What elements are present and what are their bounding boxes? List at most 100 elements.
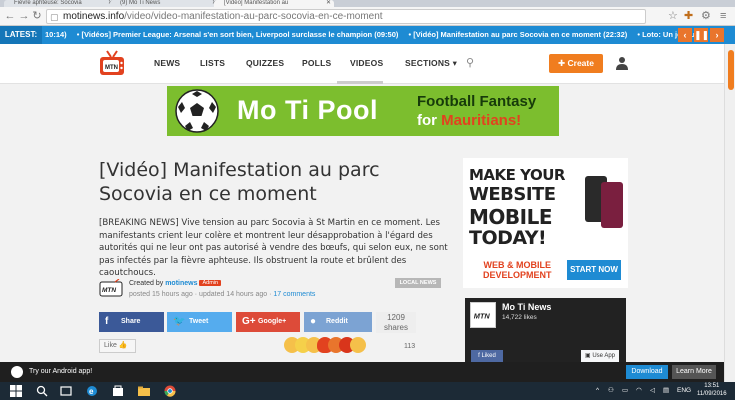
create-label: Create [567, 58, 594, 68]
page-name[interactable]: Mo Ti News [502, 302, 551, 312]
ad-dev-line: WEB & MOBILE [483, 260, 552, 270]
ticker-item[interactable]: 10:14) [45, 30, 67, 39]
site-logo-tv-icon[interactable]: MTN [98, 49, 126, 79]
reddit-label: Reddit [326, 318, 348, 325]
browser-tab[interactable]: Fièvre aphteuse: Socovia✕ [4, 0, 116, 7]
battery-icon[interactable]: ▭ [622, 382, 628, 400]
nav-news[interactable]: NEWS [154, 58, 180, 68]
googleplus-icon: G+ [242, 316, 256, 327]
app-logo-icon [11, 366, 23, 378]
author-avatar[interactable]: MTN [99, 279, 123, 297]
people-icon[interactable]: ⚇ [608, 382, 614, 400]
facebook-share-button[interactable]: f Share [99, 312, 164, 332]
ad-line: TODAY! [469, 227, 547, 249]
file-explorer-icon[interactable] [138, 385, 150, 397]
ticker-prev-icon[interactable]: ‹ [678, 28, 692, 42]
svg-text:MTN: MTN [102, 287, 116, 294]
banner-subtitle: Football Fantasy [417, 93, 537, 110]
ticker-pause-icon[interactable]: ❚❚ [694, 28, 709, 42]
forward-icon[interactable]: → [18, 10, 30, 22]
search-icon[interactable]: ⚲ [466, 56, 474, 69]
user-icon[interactable] [616, 56, 628, 70]
ticker-item[interactable]: • [Vidéos] Premier League: Arsenal s'en … [77, 30, 399, 39]
created-by: Created by motinews Admin [129, 280, 222, 287]
chrome-icon[interactable] [164, 385, 176, 397]
mobile-website-ad[interactable]: MAKE YOUR WEBSITE MOBILE TODAY! WEB & MO… [463, 158, 628, 288]
admin-badge: Admin [199, 280, 222, 286]
reaction-wow-icon[interactable] [350, 337, 366, 353]
windows-taskbar: e ^ ⚇ ▭ ◠ ◁ ▤ ENG 13:51 11/09/2016 [0, 382, 735, 400]
url-host: motinews.info [63, 11, 125, 22]
ticker-next-icon[interactable]: › [710, 28, 724, 42]
use-app-button[interactable]: ▣ Use App [581, 350, 619, 362]
page-avatar: MTN [470, 302, 496, 328]
nav-active-indicator [337, 81, 383, 84]
back-icon[interactable]: ← [4, 10, 16, 22]
share-count: 1209 shares [376, 312, 416, 333]
ticker-item[interactable]: • [Vidéo] Manifestation au parc Socovia … [408, 30, 627, 39]
store-icon[interactable] [112, 385, 124, 397]
edge-browser-icon[interactable]: e [86, 385, 98, 397]
ad-line: WEBSITE [469, 184, 556, 205]
create-button[interactable]: ✚ Create [549, 54, 603, 73]
page-scrollbar[interactable] [724, 44, 735, 386]
like-button[interactable]: Like 👍 [99, 339, 136, 353]
notification-icon[interactable]: ▤ [663, 382, 669, 400]
site-header: MTN NEWS LISTS QUIZZES POLLS VIDEOS SECT… [0, 44, 724, 84]
url-input[interactable]: ▢ motinews.info/video/video-manifestation… [46, 9, 646, 24]
task-view-icon[interactable] [60, 385, 72, 397]
nav-lists[interactable]: LISTS [200, 58, 225, 68]
mo-ti-pool-banner[interactable]: Mo Ti Pool Football Fantasy for Mauritia… [167, 86, 559, 136]
download-button[interactable]: Download [626, 365, 668, 379]
search-icon[interactable] [36, 385, 48, 397]
ad-line: MAKE YOUR [469, 166, 565, 184]
browser-tab[interactable]: (9) Mo Ti News✕ [110, 0, 220, 7]
wifi-icon[interactable]: ◠ [636, 382, 642, 400]
category-badge[interactable]: LOCAL NEWS [395, 278, 441, 288]
googleplus-share-button[interactable]: G+ Google+ [236, 312, 300, 332]
menu-icon[interactable]: ≡ [720, 10, 726, 22]
author-link[interactable]: motinews [165, 280, 197, 287]
start-now-button[interactable]: START NOW [567, 260, 621, 280]
tab-label: (9) Mo Ti News [120, 0, 161, 6]
comments-link[interactable]: 17 comments [273, 291, 315, 298]
facebook-page-widget[interactable]: MTN Mo Ti News 14,722 likes f Liked ▣ Us… [465, 298, 626, 368]
article-excerpt: [BREAKING NEWS] Vive tension au parc Soc… [99, 218, 448, 278]
football-icon [175, 89, 219, 133]
learn-more-button[interactable]: Learn More [672, 365, 716, 379]
clock-time: 13:51 [704, 383, 720, 389]
liked-label: Liked [481, 353, 496, 359]
nav-videos[interactable]: VIDEOS [350, 58, 383, 68]
liked-button[interactable]: f Liked [471, 350, 503, 362]
system-clock[interactable]: 13:51 11/09/2016 [697, 383, 727, 398]
nav-quizzes[interactable]: QUIZZES [246, 58, 284, 68]
extension-icon[interactable]: ⚙ [701, 10, 711, 22]
tray-chevron-icon[interactable]: ^ [596, 382, 599, 400]
windows-start-icon[interactable] [10, 385, 22, 397]
extension-icon[interactable]: ✚ [684, 10, 693, 22]
volume-icon[interactable]: ◁ [650, 382, 655, 400]
reddit-share-button[interactable]: ● Reddit [304, 312, 372, 332]
ticker-items: 10:14) • [Vidéos] Premier League: Arsena… [45, 26, 706, 44]
ticker-label: LATEST: [0, 26, 42, 44]
meta-time: posted 15 hours ago · updated 14 hours a… [129, 291, 274, 298]
nav-sections[interactable]: SECTIONS ▾ [405, 58, 457, 69]
browser-tab-active[interactable]: [Vidéo] Manifestation au ✕ [214, 0, 334, 7]
banner-subtitle-2: for Mauritians! [417, 112, 521, 129]
article-title: [Vidéo] Manifestation au parc Socovia en… [99, 159, 380, 205]
googleplus-label: Google+ [258, 318, 287, 325]
banner-highlight: Mauritians! [441, 112, 522, 129]
page-info-icon: ▢ [50, 12, 59, 22]
twitter-icon: 🐦 [173, 316, 186, 327]
share-count-label: shares [383, 323, 408, 332]
language-indicator[interactable]: ENG [677, 382, 691, 400]
tab-label: Fièvre aphteuse: Socovia [14, 0, 82, 6]
nav-polls[interactable]: POLLS [302, 58, 331, 68]
twitter-share-button[interactable]: 🐦 Tweet [167, 312, 232, 332]
reload-icon[interactable]: ↻ [31, 10, 43, 22]
ad-dev-line: DEVELOPMENT [483, 270, 552, 280]
star-icon[interactable]: ☆ [668, 10, 678, 22]
scrollbar-thumb[interactable] [728, 50, 734, 90]
close-icon[interactable]: ✕ [326, 0, 331, 7]
article-meta: posted 15 hours ago · updated 14 hours a… [129, 291, 315, 298]
